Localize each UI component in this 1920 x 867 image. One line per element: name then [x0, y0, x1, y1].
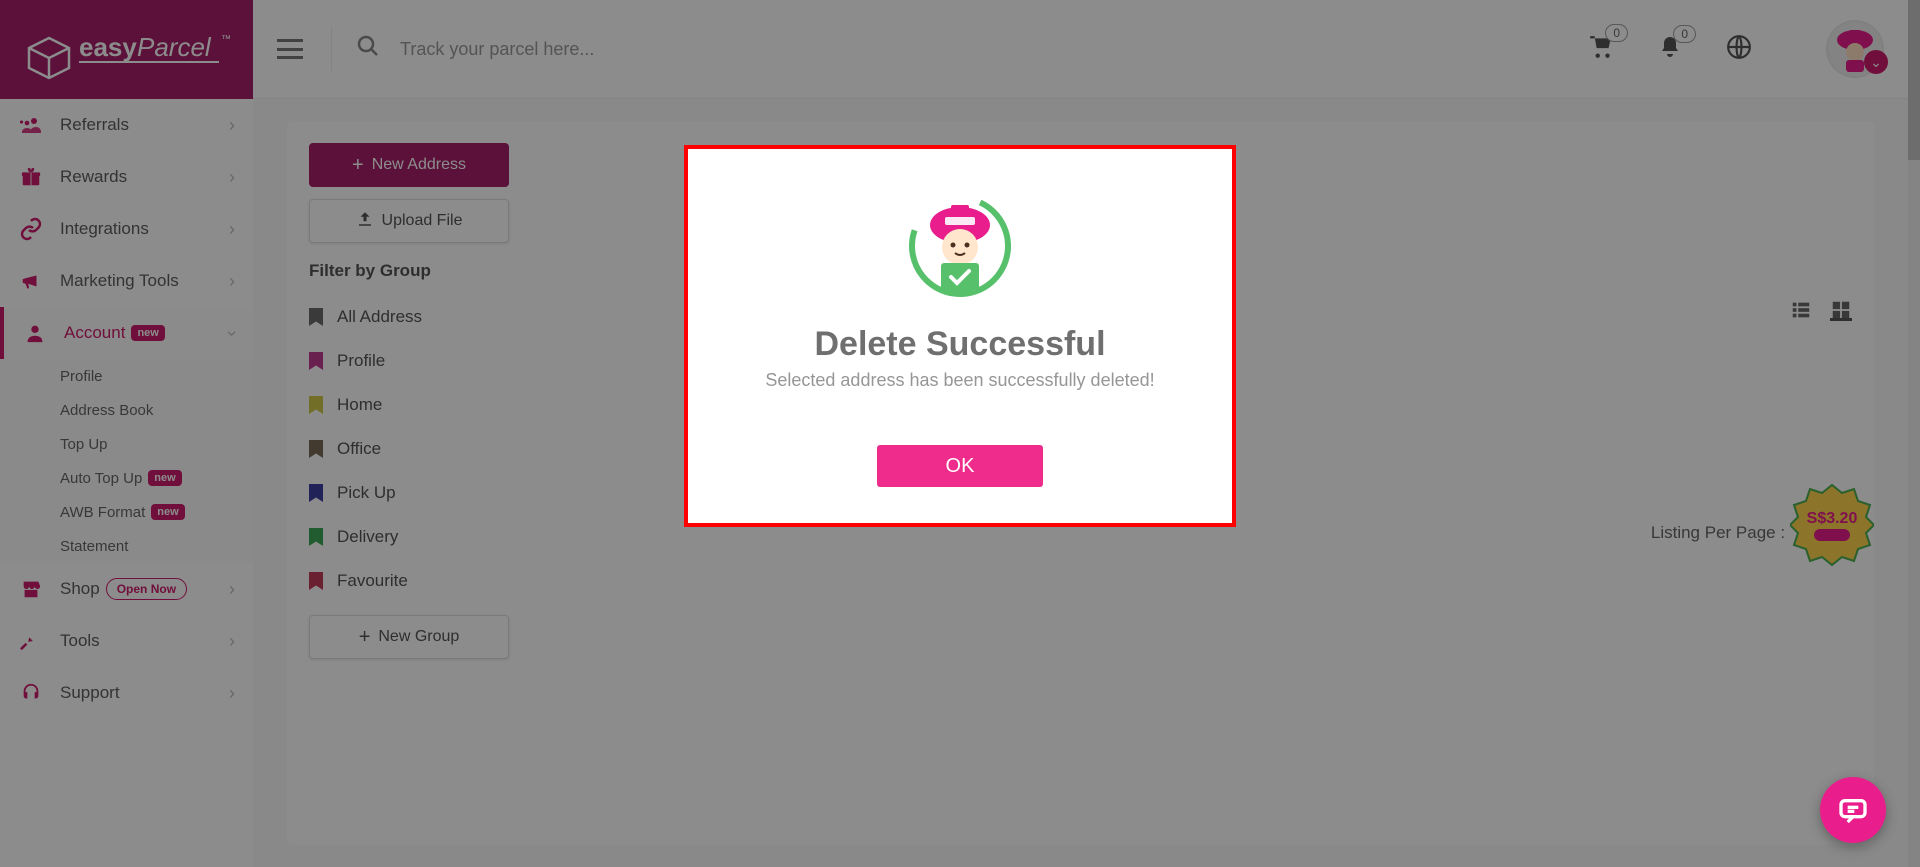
delete-success-modal: Delete Successful Selected address has b… [688, 149, 1232, 523]
chat-icon [1837, 794, 1869, 826]
chat-fab[interactable] [1820, 777, 1886, 843]
modal-overlay[interactable]: Delete Successful Selected address has b… [0, 0, 1920, 867]
modal-mascot-icon [905, 191, 1015, 301]
modal-title: Delete Successful [728, 325, 1192, 364]
modal-ok-button[interactable]: OK [877, 445, 1043, 487]
modal-subtitle: Selected address has been successfully d… [728, 370, 1192, 391]
modal-highlight-border: Delete Successful Selected address has b… [684, 145, 1236, 527]
